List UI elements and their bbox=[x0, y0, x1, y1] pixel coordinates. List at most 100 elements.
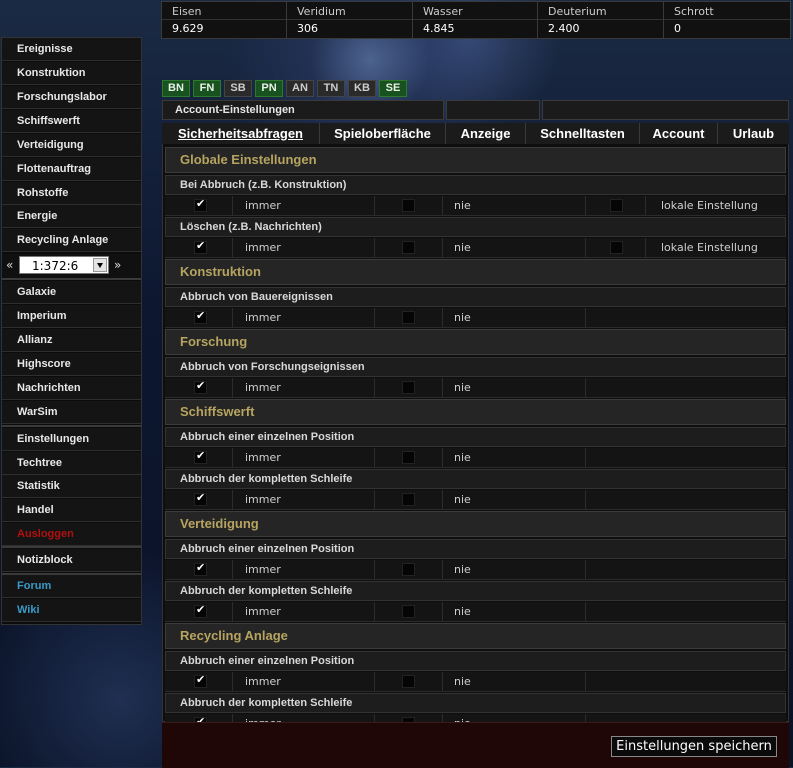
checkbox-lokal[interactable] bbox=[610, 199, 623, 212]
sidebar-item-forschungslabor[interactable]: Forschungslabor bbox=[2, 86, 141, 109]
checkbox-nie[interactable] bbox=[402, 493, 415, 506]
checkbox-lokal[interactable] bbox=[610, 241, 623, 254]
tab-label: Urlaub bbox=[732, 126, 775, 141]
option-label: Abbruch von Bauereignissen bbox=[165, 287, 786, 307]
checkbox-nie[interactable] bbox=[402, 241, 415, 254]
sidebar-item-notizblock[interactable]: Notizblock bbox=[2, 549, 141, 572]
sidebar-item-flottenauftrag[interactable]: Flottenauftrag bbox=[2, 158, 141, 181]
option-text-immer: immer bbox=[245, 451, 281, 464]
sidebar-item-recycling-anlage[interactable]: Recycling Anlage bbox=[2, 229, 141, 252]
checkbox-immer[interactable] bbox=[194, 309, 207, 324]
tab-label: Account bbox=[652, 126, 705, 141]
option-row: immer nie bbox=[165, 448, 786, 468]
checkbox-nie[interactable] bbox=[402, 381, 415, 394]
tab-anzeige[interactable]: Anzeige bbox=[446, 123, 526, 144]
checkbox-immer[interactable] bbox=[194, 239, 207, 254]
checkbox-immer[interactable] bbox=[194, 561, 207, 576]
sidebar-item-galaxie[interactable]: Galaxie bbox=[2, 281, 141, 304]
option-text-nie: nie bbox=[454, 563, 471, 576]
checkbox-immer[interactable] bbox=[194, 449, 207, 464]
option-label: Abbruch einer einzelnen Position bbox=[165, 427, 786, 447]
sidebar-item-highscore[interactable]: Highscore bbox=[2, 353, 141, 376]
footer-bar: Einstellungen speichern bbox=[162, 722, 789, 768]
option-text-immer: immer bbox=[245, 199, 281, 212]
sidebar-separator bbox=[2, 546, 141, 548]
sidebar-item-verteidigung[interactable]: Verteidigung bbox=[2, 134, 141, 157]
checkbox-immer[interactable] bbox=[194, 379, 207, 394]
sidebar-item-energie[interactable]: Energie bbox=[2, 205, 141, 228]
checkbox-nie[interactable] bbox=[402, 605, 415, 618]
option-label: Abbruch einer einzelnen Position bbox=[165, 539, 786, 559]
checkbox-immer[interactable] bbox=[194, 491, 207, 506]
sidebar-item-techtree[interactable]: Techtree bbox=[2, 452, 141, 475]
sidebar-item-nachrichten[interactable]: Nachrichten bbox=[2, 377, 141, 400]
sidebar-item-statistik[interactable]: Statistik bbox=[2, 475, 141, 498]
tab-sicherheitsabfragen[interactable]: Sicherheitsabfragen bbox=[162, 123, 320, 144]
planet-tab-sb[interactable]: SB bbox=[224, 80, 252, 97]
option-label: Bei Abbruch (z.B. Konstruktion) bbox=[165, 175, 786, 195]
chevron-down-icon[interactable] bbox=[93, 258, 107, 272]
planet-tab-bn[interactable]: BN bbox=[162, 80, 190, 97]
checkbox-nie[interactable] bbox=[402, 675, 415, 688]
planet-tab-se[interactable]: SE bbox=[379, 80, 407, 97]
prev-planet-arrow[interactable]: « bbox=[6, 258, 13, 272]
sidebar-item-einstellungen[interactable]: Einstellungen bbox=[2, 428, 141, 451]
option-label: Abbruch einer einzelnen Position bbox=[165, 651, 786, 671]
checkbox-nie[interactable] bbox=[402, 199, 415, 212]
tab-label: Anzeige bbox=[460, 126, 511, 141]
sidebar-item-warsim[interactable]: WarSim bbox=[2, 401, 141, 424]
checkbox-immer[interactable] bbox=[194, 197, 207, 212]
save-settings-button[interactable]: Einstellungen speichern bbox=[611, 736, 777, 757]
sidebar-item-imperium[interactable]: Imperium bbox=[2, 305, 141, 328]
option-row: immer nie bbox=[165, 560, 786, 580]
section-header: Globale Einstellungen bbox=[165, 147, 786, 173]
option-label: Löschen (z.B. Nachrichten) bbox=[165, 217, 786, 237]
resource-label: Schrott bbox=[674, 5, 714, 18]
option-row: immer nie bbox=[165, 490, 786, 510]
section-header: Verteidigung bbox=[165, 511, 786, 537]
tab-spieloberflaeche[interactable]: Spieloberfläche bbox=[320, 123, 446, 144]
planet-tab-pn[interactable]: PN bbox=[255, 80, 283, 97]
sidebar-link-forum[interactable]: Forum bbox=[2, 575, 141, 598]
sidebar-item-ausloggen[interactable]: Ausloggen bbox=[2, 523, 141, 546]
option-text-immer: immer bbox=[245, 241, 281, 254]
tab-account[interactable]: Account bbox=[640, 123, 718, 144]
planet-tab-an[interactable]: AN bbox=[286, 80, 314, 97]
resource-veridium: Veridium 306 bbox=[287, 2, 413, 38]
tab-schnelltasten[interactable]: Schnelltasten bbox=[526, 123, 640, 144]
option-text-immer: immer bbox=[245, 381, 281, 394]
resource-schrott: Schrott 0 bbox=[664, 2, 790, 38]
resource-label: Deuterium bbox=[548, 5, 607, 18]
sidebar-item-schiffswerft[interactable]: Schiffswerft bbox=[2, 110, 141, 133]
sidebar-item-allianz[interactable]: Allianz bbox=[2, 329, 141, 352]
sidebar-item-ereignisse[interactable]: Ereignisse bbox=[2, 38, 141, 61]
option-row: immer nie lokale Einstellung bbox=[165, 196, 786, 216]
title-cell-empty bbox=[542, 100, 789, 120]
section-header: Konstruktion bbox=[165, 259, 786, 285]
checkbox-nie[interactable] bbox=[402, 563, 415, 576]
checkbox-nie[interactable] bbox=[402, 311, 415, 324]
resource-value: 9.629 bbox=[172, 22, 204, 35]
sidebar-link-wiki[interactable]: Wiki bbox=[2, 599, 141, 622]
sidebar-item-konstruktion[interactable]: Konstruktion bbox=[2, 62, 141, 85]
checkbox-immer[interactable] bbox=[194, 603, 207, 618]
resource-label: Veridium bbox=[297, 5, 346, 18]
planet-tab-fn[interactable]: FN bbox=[193, 80, 221, 97]
next-planet-arrow[interactable]: » bbox=[114, 258, 121, 272]
sidebar-item-handel[interactable]: Handel bbox=[2, 499, 141, 522]
option-row: immer nie bbox=[165, 672, 786, 692]
planet-select[interactable]: 1:372:6 bbox=[19, 256, 109, 274]
resource-value: 306 bbox=[297, 22, 318, 35]
checkbox-immer[interactable] bbox=[194, 673, 207, 688]
resource-bar: Eisen 9.629 Veridium 306 Wasser 4.845 De… bbox=[161, 1, 791, 39]
planet-tab-tn[interactable]: TN bbox=[317, 80, 345, 97]
section-header: Recycling Anlage bbox=[165, 623, 786, 649]
title-row: Account-Einstellungen bbox=[162, 100, 789, 120]
tab-urlaub[interactable]: Urlaub bbox=[718, 123, 789, 144]
option-text-nie: nie bbox=[454, 199, 471, 212]
checkbox-nie[interactable] bbox=[402, 451, 415, 464]
option-text-immer: immer bbox=[245, 563, 281, 576]
sidebar-item-rohstoffe[interactable]: Rohstoffe bbox=[2, 182, 141, 205]
option-label: Abbruch der kompletten Schleife bbox=[165, 581, 786, 601]
planet-tab-kb[interactable]: KB bbox=[348, 80, 376, 97]
